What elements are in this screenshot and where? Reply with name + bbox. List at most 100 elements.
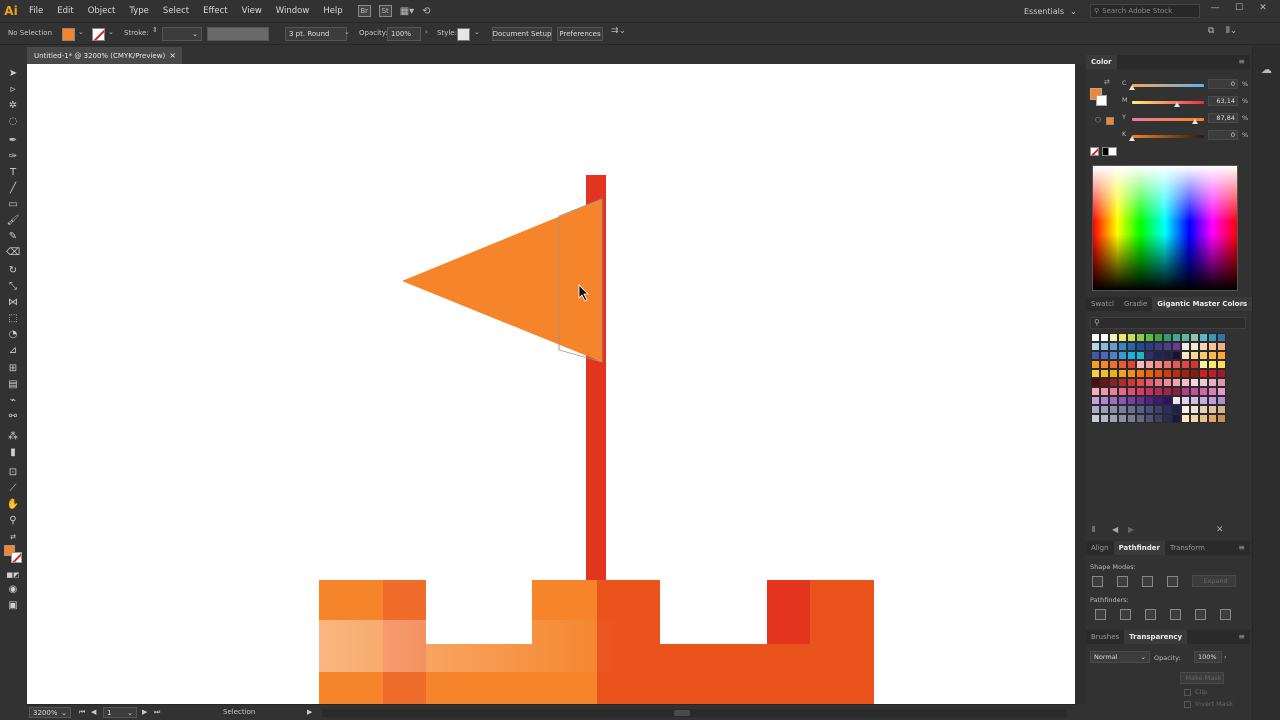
direct-selection-tool-icon[interactable]: ▹: [6, 83, 20, 96]
color-swatch[interactable]: [1136, 378, 1145, 387]
color-swatch[interactable]: [1172, 351, 1181, 360]
color-swatch[interactable]: [1217, 360, 1226, 369]
color-swatch[interactable]: [1163, 342, 1172, 351]
minimize-icon[interactable]: —: [1203, 0, 1227, 16]
status-menu-icon[interactable]: ▶: [307, 708, 312, 716]
color-swatch[interactable]: [1091, 342, 1100, 351]
color-swatch[interactable]: [1154, 396, 1163, 405]
transparency-opacity-field[interactable]: 100%: [1194, 651, 1222, 663]
tab-pathfinder[interactable]: Pathfinder: [1113, 541, 1165, 555]
color-swatch[interactable]: [1208, 369, 1217, 378]
color-swatch[interactable]: [1199, 378, 1208, 387]
color-swatch[interactable]: [1190, 378, 1199, 387]
color-swatch[interactable]: [1217, 387, 1226, 396]
color-swatch[interactable]: [1118, 414, 1127, 423]
color-swatch[interactable]: [1100, 414, 1109, 423]
chevron-right-icon[interactable]: ›: [425, 28, 428, 36]
blend-mode-dropdown[interactable]: Normal ⌄: [1090, 651, 1150, 663]
close-icon[interactable]: ×: [169, 51, 176, 60]
color-swatch[interactable]: [1127, 387, 1136, 396]
chevron-down-icon[interactable]: ⌄: [344, 28, 350, 36]
color-swatch[interactable]: [1127, 414, 1136, 423]
color-swatch[interactable]: [1127, 360, 1136, 369]
swatch-search-input[interactable]: ⚲: [1090, 317, 1246, 329]
color-swatch[interactable]: [1091, 360, 1100, 369]
color-swatch[interactable]: [1100, 387, 1109, 396]
toolbar-stroke-swatch[interactable]: [11, 552, 22, 563]
color-swatch[interactable]: [1127, 351, 1136, 360]
color-swatch[interactable]: [1100, 342, 1109, 351]
color-swatch[interactable]: [1100, 405, 1109, 414]
color-swatch[interactable]: [1181, 351, 1190, 360]
slider-m-track[interactable]: [1132, 101, 1204, 104]
slider-c-value[interactable]: 0: [1208, 79, 1238, 89]
color-swatch[interactable]: [1199, 387, 1208, 396]
color-swatch[interactable]: [1118, 396, 1127, 405]
panel-menu-icon[interactable]: ≡: [1238, 543, 1245, 552]
color-swatch[interactable]: [1199, 342, 1208, 351]
color-swatch[interactable]: [1145, 351, 1154, 360]
color-swatch[interactable]: [1217, 369, 1226, 378]
color-swatch[interactable]: [1181, 333, 1190, 342]
libraries-icon[interactable]: ☁: [1261, 63, 1272, 76]
color-swatch[interactable]: [1208, 360, 1217, 369]
zoom-field[interactable]: 3200% ⌄: [29, 707, 71, 718]
menu-help[interactable]: Help: [316, 0, 349, 22]
curvature-tool-icon[interactable]: ✑: [6, 150, 20, 163]
slider-y-thumb[interactable]: [1192, 119, 1199, 124]
color-swatch[interactable]: [1091, 396, 1100, 405]
color-swatch[interactable]: [1190, 387, 1199, 396]
color-swatch[interactable]: [1091, 351, 1100, 360]
color-swatch[interactable]: [1118, 360, 1127, 369]
color-swatch[interactable]: [1091, 405, 1100, 414]
color-swatch[interactable]: [1208, 387, 1217, 396]
color-swatch[interactable]: [1172, 405, 1181, 414]
color-swatch[interactable]: [1154, 405, 1163, 414]
stock-search-input[interactable]: ⚲ Search Adobe Stock: [1090, 4, 1200, 18]
color-swatch[interactable]: [1118, 378, 1127, 387]
color-swatch[interactable]: [1154, 369, 1163, 378]
color-swatch[interactable]: [1163, 369, 1172, 378]
menu-window[interactable]: Window: [269, 0, 317, 22]
color-swatch[interactable]: [1127, 369, 1136, 378]
mesh-tool-icon[interactable]: ⊞: [6, 362, 20, 375]
color-swatch[interactable]: [1172, 342, 1181, 351]
last-artboard-icon[interactable]: ⏭: [154, 708, 160, 717]
bridge-icon[interactable]: Br: [357, 5, 371, 17]
color-swatch[interactable]: [1181, 342, 1190, 351]
color-swatch[interactable]: [1145, 396, 1154, 405]
color-swatch[interactable]: [1136, 360, 1145, 369]
chevron-down-icon[interactable]: ⌄: [108, 28, 114, 36]
color-swatch[interactable]: [1145, 378, 1154, 387]
menu-effect[interactable]: Effect: [196, 0, 234, 22]
color-swatch[interactable]: [1118, 369, 1127, 378]
swatch-library-icon[interactable]: ⫴: [1092, 525, 1095, 535]
color-swatch[interactable]: [1208, 378, 1217, 387]
color-swatch[interactable]: [1217, 378, 1226, 387]
color-swatch[interactable]: [1091, 414, 1100, 423]
menu-type[interactable]: Type: [122, 0, 156, 22]
color-swatch[interactable]: [1208, 414, 1217, 423]
color-swatch[interactable]: [1154, 360, 1163, 369]
color-swatch[interactable]: [1172, 378, 1181, 387]
color-swatch[interactable]: [1109, 378, 1118, 387]
color-swatch[interactable]: [1163, 378, 1172, 387]
color-swatch[interactable]: [1163, 360, 1172, 369]
color-swatch[interactable]: [1217, 405, 1226, 414]
slider-m-value[interactable]: 63,14: [1208, 96, 1238, 106]
color-swatch[interactable]: [1136, 333, 1145, 342]
vertical-scrollbar[interactable]: [1075, 64, 1086, 704]
outline-icon[interactable]: [1195, 609, 1206, 620]
color-swatch[interactable]: [1190, 360, 1199, 369]
hand-tool-icon[interactable]: ✋: [6, 498, 20, 511]
tab-transform[interactable]: Transform: [1165, 541, 1210, 555]
color-swatch[interactable]: [1208, 351, 1217, 360]
first-artboard-icon[interactable]: ⏮: [79, 708, 85, 717]
slider-k-value[interactable]: 0: [1208, 130, 1238, 140]
next-artboard-icon[interactable]: ▶: [142, 708, 147, 716]
color-swatch[interactable]: [1163, 396, 1172, 405]
stock-icon[interactable]: St: [378, 5, 392, 17]
color-swatch[interactable]: [1163, 333, 1172, 342]
rotate-tool-icon[interactable]: ↻: [6, 264, 20, 277]
color-swatch[interactable]: [1181, 414, 1190, 423]
